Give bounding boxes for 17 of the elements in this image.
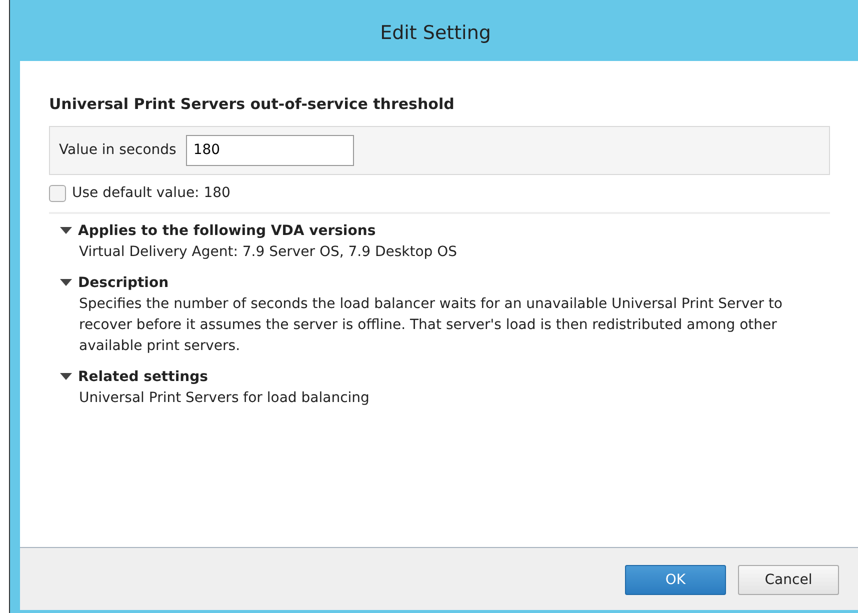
section-text: Specifies the number of seconds the load balancer waits for an unavailable Universal Print Server to recover before it assumes the server is offline. That server's load is then redistributed among other available print servers. bbox=[79, 294, 784, 356]
ok-button[interactable]: OK bbox=[625, 565, 726, 595]
collapse-triangle-icon[interactable] bbox=[60, 373, 72, 381]
collapse-triangle-icon[interactable] bbox=[60, 227, 72, 235]
section-title: Description bbox=[78, 274, 169, 292]
checkbox[interactable] bbox=[49, 184, 66, 202]
cancel-button[interactable]: Cancel bbox=[738, 565, 839, 595]
section-text: Virtual Delivery Agent: 7.9 Server OS, 7.9 Desktop OS bbox=[79, 242, 458, 262]
window-title: Edit Setting bbox=[380, 20, 491, 46]
section-title: Applies to the following VDA versions bbox=[78, 222, 376, 240]
value-field[interactable]: 180 bbox=[186, 134, 354, 166]
section-title: Related settings bbox=[78, 368, 208, 386]
collapse-triangle-icon[interactable] bbox=[60, 279, 72, 287]
checkbox-label: Use default value: 180 bbox=[72, 184, 230, 202]
field-label: Value in seconds bbox=[59, 140, 176, 160]
setting-title: Universal Print Servers out-of-service threshold bbox=[49, 94, 456, 115]
section-text: Universal Print Servers for load balancing bbox=[79, 388, 370, 408]
